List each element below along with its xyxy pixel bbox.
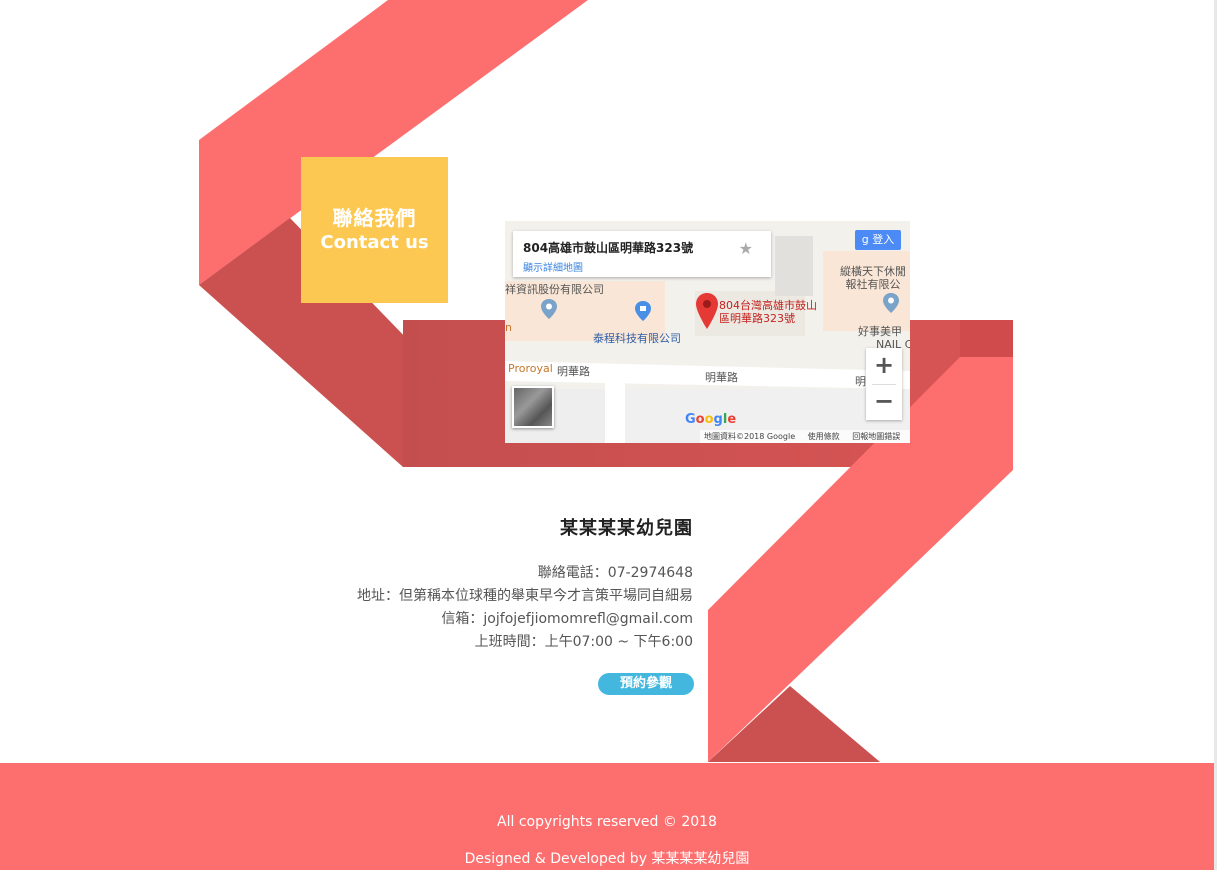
map-detail-link[interactable]: 顯示詳細地圖 xyxy=(523,259,583,274)
map-road-left: 明華路 xyxy=(557,365,590,378)
contact-title-zh: 聯絡我們 xyxy=(332,206,417,230)
map-label-proroyal: Proroyal xyxy=(508,362,553,375)
marker-line2: 區明華路323號 xyxy=(719,312,795,325)
map-pin-icon xyxy=(541,299,557,319)
map-label-company-center: 泰程科技有限公司 xyxy=(593,332,681,345)
zoom-out-button[interactable]: − xyxy=(866,384,902,420)
map-terms-link[interactable]: 使用條款 xyxy=(808,432,840,441)
shop-pin-icon xyxy=(635,301,651,321)
map-card-address: 804高雄市鼓山區明華路323號 xyxy=(523,241,694,255)
contact-hours: 上班時間：上午07:00 ~ 下午6:00 xyxy=(474,634,693,650)
map-label-edge: n xyxy=(505,321,512,334)
contact-heading-box: 聯絡我們 Contact us xyxy=(301,157,448,303)
map-road-right: 明 xyxy=(855,375,866,388)
contact-phone: 聯絡電話：07-2974648 xyxy=(537,565,693,581)
footer-credit: Designed & Developed by 某某某某幼兒園 xyxy=(464,851,750,867)
google-map[interactable]: 804高雄市鼓山區明華路323號 顯示詳細地圖 ★ g 登入 祥資訊股份有限公司… xyxy=(505,221,910,443)
map-road-center: 明華路 xyxy=(705,371,738,384)
contact-title-en: Contact us xyxy=(320,232,429,253)
google-logo: Google xyxy=(685,412,737,427)
top-right-line1: 縱橫天下休閒 xyxy=(840,265,906,278)
school-name: 某某某某幼兒園 xyxy=(560,518,693,539)
map-label-top-right: 縱橫天下休閒 報社有限公 xyxy=(840,265,906,291)
google-plus-icon: g xyxy=(861,233,873,246)
footer-copyright: All copyrights reserved © 2018 xyxy=(497,814,717,830)
map-attribution: 地圖資料©2018 Google 使用條款 回報地圖錯誤 xyxy=(700,430,910,443)
map-data-credit: 地圖資料©2018 Google xyxy=(704,432,796,441)
zoom-separator xyxy=(872,384,896,385)
booking-visit-button[interactable]: 預約參觀 xyxy=(598,673,694,695)
contact-address: 地址：但第稱本位球種的舉東早今才言策平場同自細易 xyxy=(357,588,693,604)
map-info-card[interactable]: 804高雄市鼓山區明華路323號 顯示詳細地圖 ★ xyxy=(513,231,771,277)
shop-right-line1: 好事美甲 xyxy=(858,325,902,338)
map-report-link[interactable]: 回報地圖錯誤 xyxy=(852,432,900,441)
zoom-in-button[interactable]: + xyxy=(866,348,902,384)
save-star-icon[interactable]: ★ xyxy=(739,239,753,258)
signin-label: 登入 xyxy=(872,233,895,246)
contact-email: 信箱：jojfojefjiomomrefl@gmail.com xyxy=(441,611,693,627)
map-signin-button[interactable]: g 登入 xyxy=(855,230,901,250)
map-label-company-left: 祥資訊股份有限公司 xyxy=(505,283,604,296)
map-pin-icon-right xyxy=(883,293,899,313)
marker-line1: 804台灣高雄市鼓山 xyxy=(719,299,817,312)
street-view-thumbnail[interactable] xyxy=(512,386,554,428)
location-marker-icon xyxy=(696,293,718,329)
map-zoom-control: + − xyxy=(866,348,902,420)
page: 聯絡我們 Contact us 804高雄市鼓山區明華路323號 顯示詳細地圖 … xyxy=(0,0,1217,870)
top-right-line2: 報社有限公 xyxy=(845,278,901,291)
map-label-marker: 804台灣高雄市鼓山 區明華路323號 xyxy=(719,299,817,325)
page-footer: All copyrights reserved © 2018 Designed … xyxy=(0,763,1214,870)
